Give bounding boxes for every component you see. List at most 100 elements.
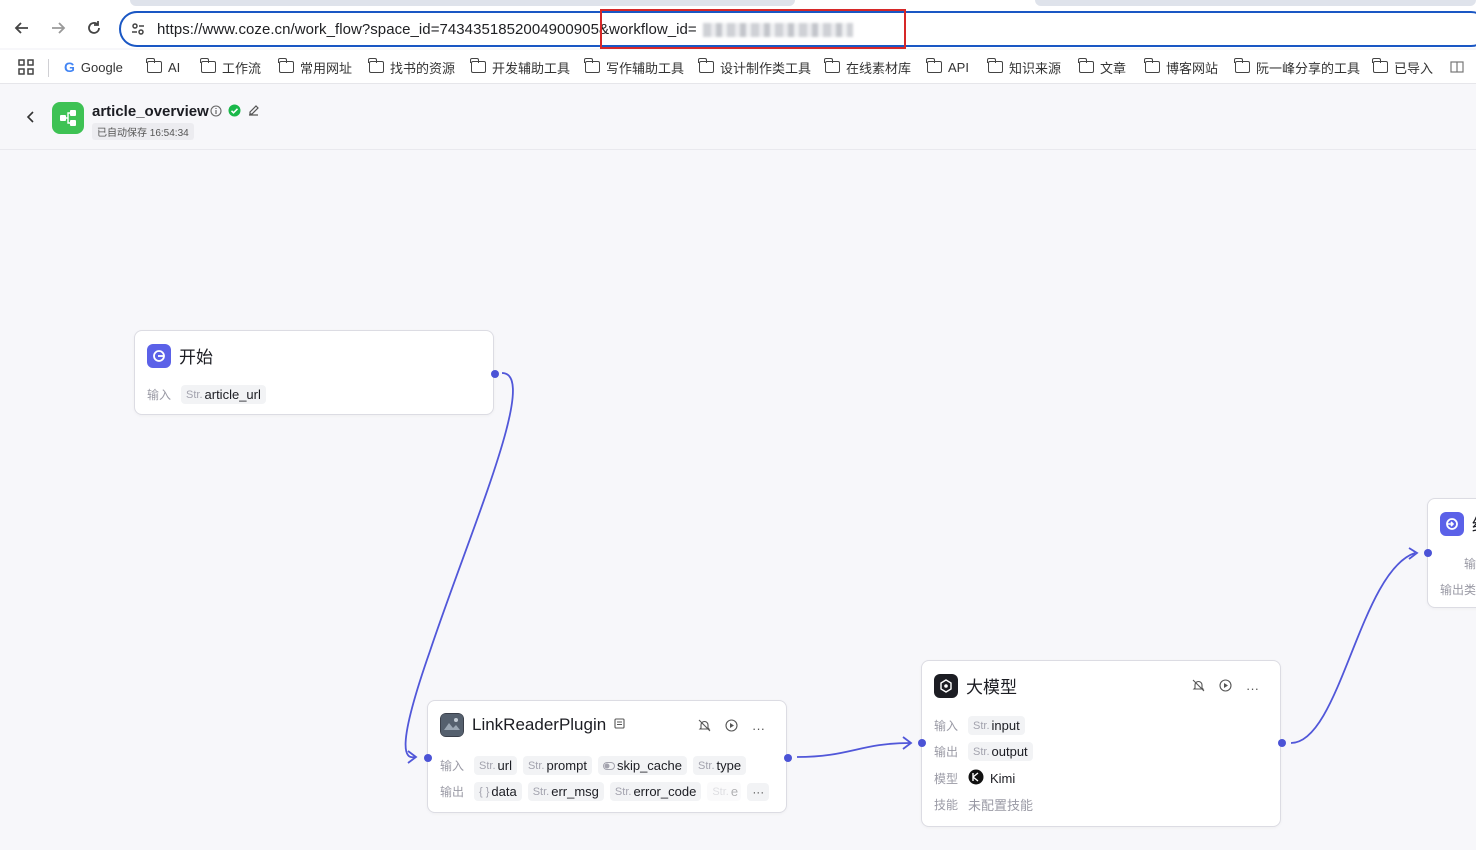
bookmarks-separator: [48, 59, 49, 77]
bookmark-ruanyifeng-tools[interactable]: 阮一峰分享的工具: [1234, 58, 1361, 76]
run-icon[interactable]: [725, 719, 738, 737]
workflow-logo-icon: [52, 102, 84, 134]
more-icon[interactable]: ···: [752, 721, 765, 736]
param-type: Str.: [527, 759, 545, 772]
bookmark-dev-tools[interactable]: 开发辅助工具: [470, 58, 570, 76]
param-tag: Str. error_code: [609, 782, 702, 801]
input-label: 输: [1464, 557, 1476, 571]
bookmark-reading-list-icon[interactable]: [1450, 58, 1464, 76]
bookmark-label: AI: [168, 59, 181, 75]
model-label: 模型: [934, 772, 959, 786]
bookmark-assets[interactable]: 在线素材库: [824, 58, 912, 76]
bookmark-ai[interactable]: AI: [146, 58, 181, 76]
bookmark-label: 阮一峰分享的工具: [1256, 60, 1361, 76]
plugin-doc-icon[interactable]: [614, 716, 625, 734]
workflow-title: article_overview: [92, 103, 209, 120]
site-settings-icon[interactable]: [130, 21, 146, 42]
end-input-row: 输: [1464, 555, 1476, 572]
model-name: Kimi: [990, 771, 1016, 786]
highlight-annotation-box: [600, 9, 906, 49]
llm-skill-row: 技能 未配置技能: [934, 795, 1033, 814]
linkreader-input-row: 输入 Str. url Str. prompt skip_cache Str. typ…: [440, 756, 747, 775]
linkreader-output-port[interactable]: [784, 754, 792, 762]
workflow-canvas[interactable]: 开始 输入 Str. article_url LinkReaderPlugin ·…: [0, 151, 1476, 850]
back-arrow-icon[interactable]: [11, 17, 33, 39]
param-tag: Str. prompt: [522, 756, 592, 775]
bookmark-label: 常用网址: [300, 60, 353, 76]
bookmark-common-sites[interactable]: 常用网址: [278, 58, 353, 76]
bookmark-label: 在线素材库: [846, 60, 912, 76]
param-tag: { } data: [474, 782, 522, 801]
linkreader-input-port[interactable]: [424, 754, 432, 762]
bookmark-articles[interactable]: 文章: [1078, 58, 1126, 76]
llm-icon: [934, 673, 958, 698]
bookmark-knowledge[interactable]: 知识来源: [987, 58, 1061, 76]
param-name: skip_cache: [616, 758, 682, 773]
end-node-header: 结: [1440, 511, 1476, 536]
tab-strip: [130, 0, 795, 6]
folder-icon: [824, 58, 840, 73]
linkreader-node[interactable]: LinkReaderPlugin ··· 输入 Str. url Str. prom…: [424, 700, 792, 813]
more-icon[interactable]: ···: [1246, 681, 1259, 696]
plugin-avatar-icon: [440, 713, 464, 737]
run-icon[interactable]: [1219, 679, 1232, 697]
bookmark-label: 已导入: [1394, 60, 1434, 76]
param-name: e: [730, 784, 739, 799]
skill-label: 技能: [934, 798, 959, 812]
folder-icon: [987, 58, 1003, 73]
input-label: 输入: [440, 759, 465, 773]
bell-off-icon[interactable]: [698, 719, 711, 737]
forward-arrow-icon[interactable]: [47, 17, 69, 39]
bookmark-design-tools[interactable]: 设计制作类工具: [698, 58, 811, 76]
bookmark-label: API: [948, 59, 969, 75]
published-check-icon: [228, 104, 241, 122]
more-outputs-button[interactable]: ···: [747, 782, 770, 801]
autosave-status: 已自动保存 16:54:34: [92, 123, 194, 140]
bookmark-blogs[interactable]: 博客网站: [1144, 58, 1218, 76]
bookmark-api[interactable]: API: [926, 58, 969, 76]
reload-icon[interactable]: [83, 17, 105, 39]
llm-node-header: 大模型: [934, 673, 1017, 698]
output-label: 输出: [934, 745, 959, 759]
start-node[interactable]: 开始 输入 Str. article_url: [134, 330, 499, 415]
param-tag-faded: Str. e: [707, 782, 742, 801]
llm-node-title: 大模型: [966, 678, 1017, 697]
bookmark-workflow[interactable]: 工作流: [200, 58, 262, 76]
llm-model-row: 模型 Kimi: [934, 769, 1015, 788]
folder-icon: [1372, 58, 1388, 73]
linkreader-actions: ···: [698, 719, 765, 737]
bookmark-imported[interactable]: 已导入: [1372, 58, 1434, 76]
llm-input-port[interactable]: [918, 739, 926, 747]
param-name: prompt: [546, 758, 587, 773]
llm-node[interactable]: 大模型 ··· 输入 Str. input 输出 Str. output 模型 Ki…: [918, 660, 1286, 827]
edge-llm-to-end: [1290, 552, 1416, 744]
bookmarks-bar: G Google AI 工作流 常用网址 找书的资源 开发辅助工具 写作辅助工具…: [0, 50, 1476, 84]
llm-output-port[interactable]: [1278, 739, 1286, 747]
end-icon: [1440, 511, 1464, 536]
bookmark-label: 工作流: [222, 60, 262, 76]
start-input-row: 输入 Str. article_url: [147, 385, 266, 404]
param-name: url: [497, 758, 512, 773]
param-type: Str.: [186, 388, 203, 401]
bookmark-writing-tools[interactable]: 写作辅助工具: [584, 58, 684, 76]
param-type: Str.: [973, 745, 990, 758]
param-tag: Str. output: [968, 742, 1033, 761]
output-label: 输出: [440, 785, 465, 799]
param-name: output: [991, 744, 1028, 759]
param-tag: Str. article_url: [181, 385, 266, 404]
end-node[interactable]: 结 输 输出类: [1424, 498, 1476, 608]
start-output-port[interactable]: [491, 370, 499, 378]
bookmark-book-resources[interactable]: 找书的资源: [368, 58, 456, 76]
folder-icon: [926, 58, 942, 73]
llm-actions: ···: [1192, 679, 1259, 697]
bookmark-google[interactable]: G Google: [64, 58, 123, 76]
linkreader-output-row: 输出 { } data Str. err_msg Str. error_code St…: [440, 782, 770, 801]
bookmark-label: 找书的资源: [390, 60, 456, 76]
end-input-port[interactable]: [1424, 549, 1432, 557]
chevron-left-icon[interactable]: [22, 108, 40, 126]
apps-grid-icon[interactable]: [18, 58, 34, 76]
edit-icon[interactable]: [247, 104, 260, 122]
info-icon[interactable]: [210, 104, 222, 122]
folder-icon: [200, 58, 216, 73]
bell-off-icon[interactable]: [1192, 679, 1205, 697]
